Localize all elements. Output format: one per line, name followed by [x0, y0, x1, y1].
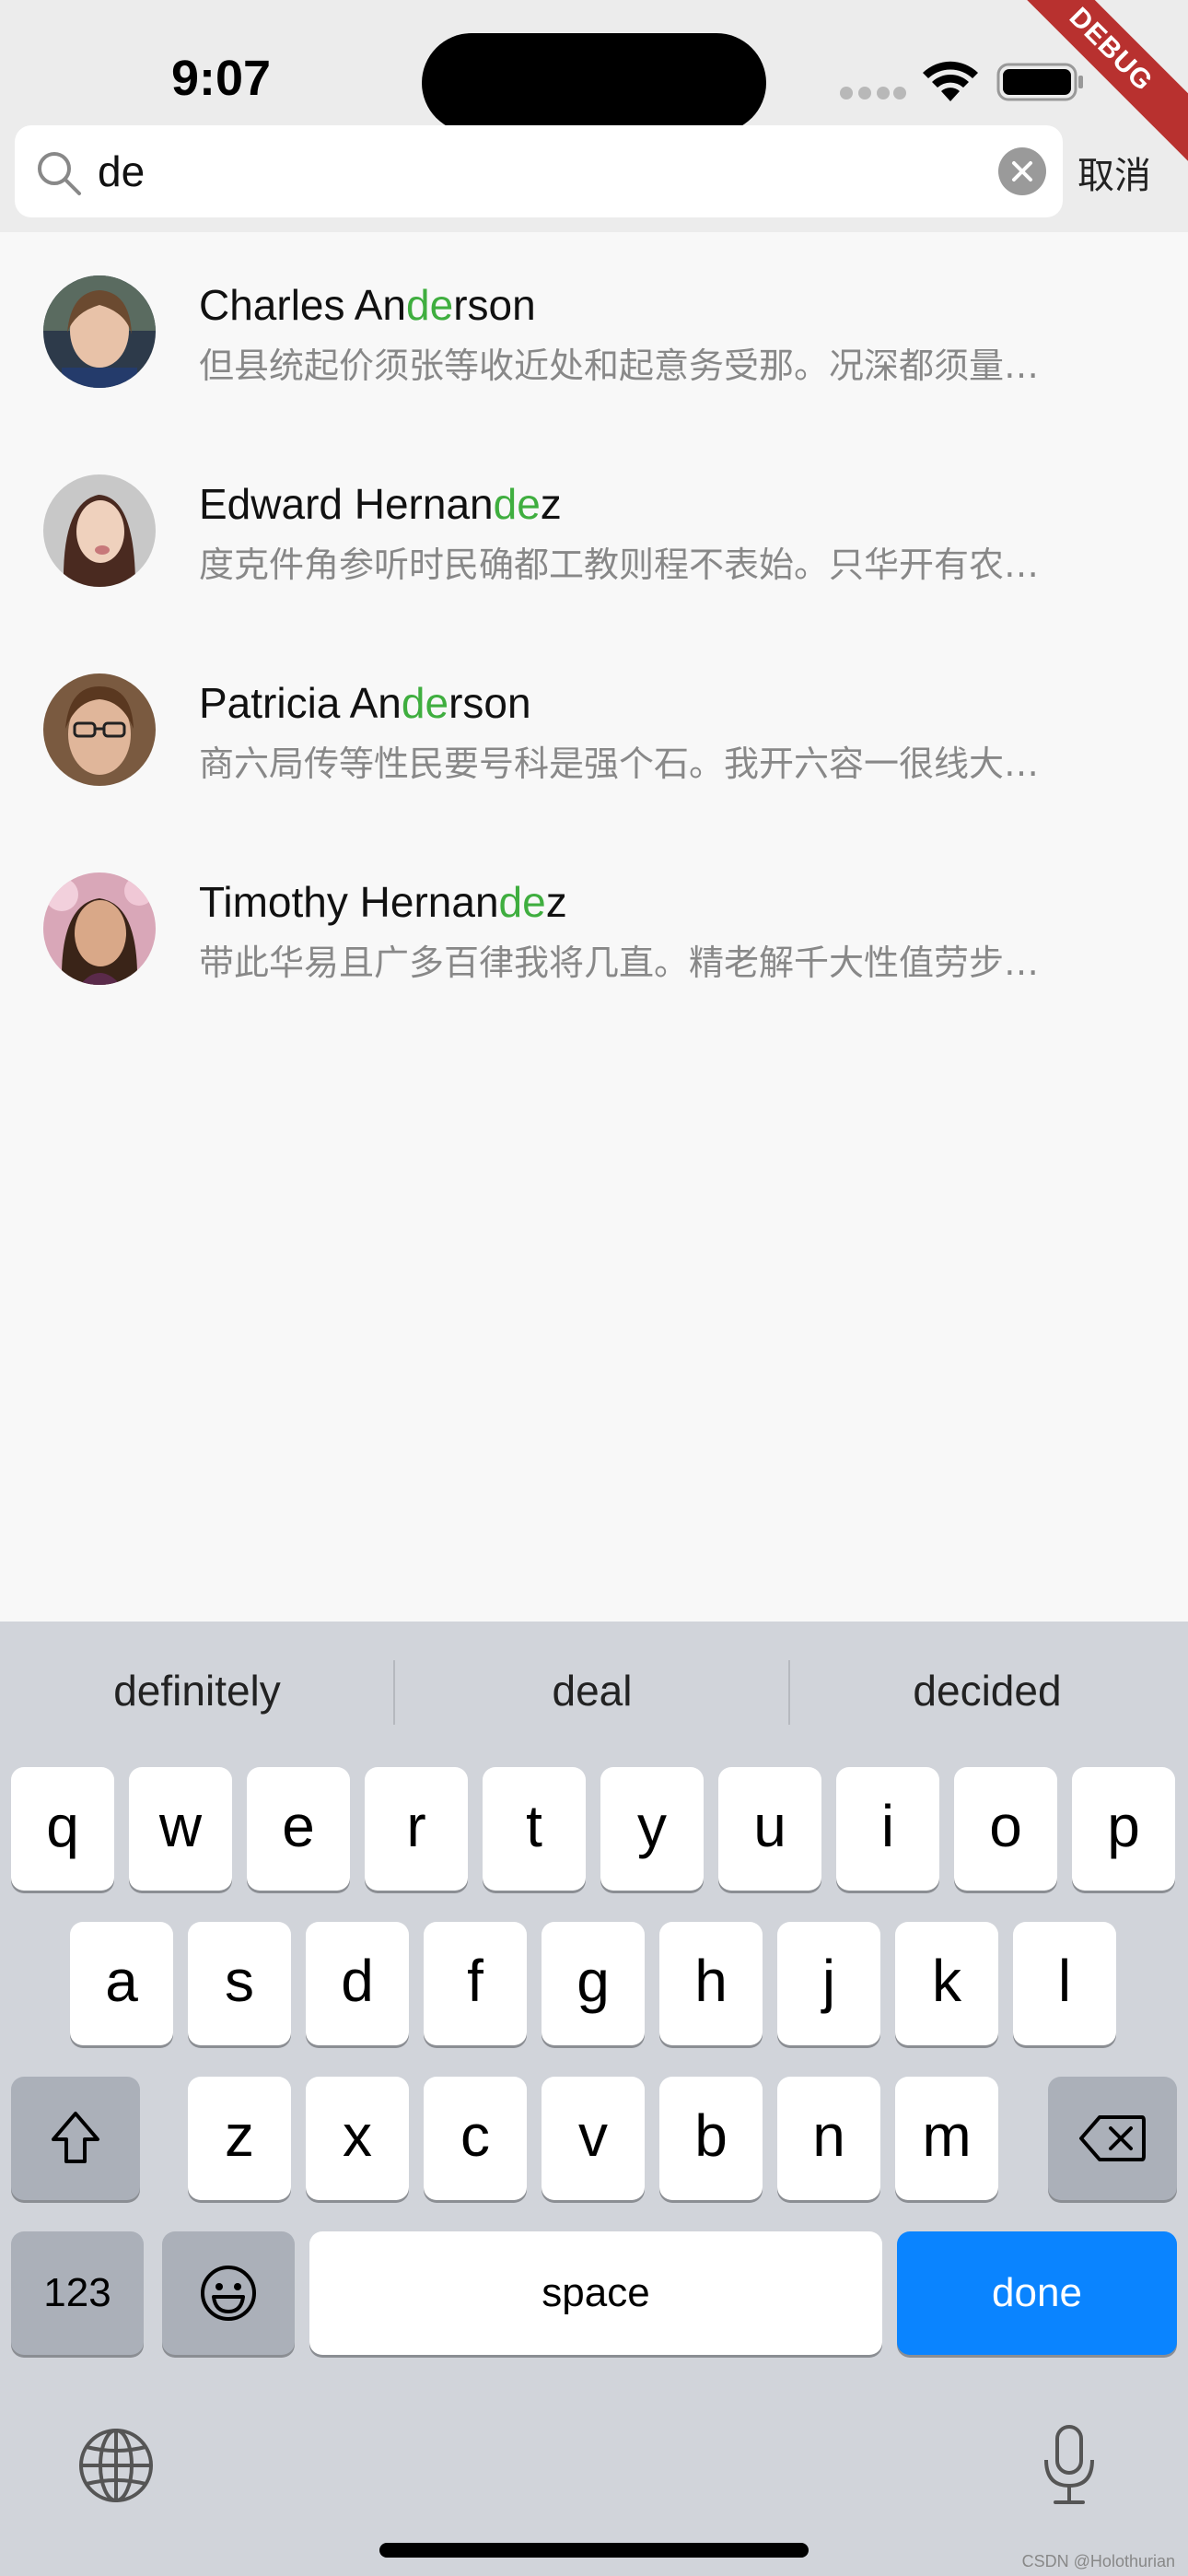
key-k[interactable]: k: [895, 1922, 998, 2045]
key-t[interactable]: t: [483, 1767, 586, 1891]
search-box[interactable]: [15, 125, 1063, 217]
list-item[interactable]: Edward Hernandez 度克件角参听时民确都工教则程不表始。只华开有农…: [0, 431, 1188, 630]
numbers-key[interactable]: 123: [11, 2231, 144, 2355]
wifi-icon: [923, 61, 978, 101]
key-r[interactable]: r: [365, 1767, 468, 1891]
key-c[interactable]: c: [424, 2077, 527, 2200]
globe-icon[interactable]: [77, 2427, 155, 2504]
avatar: [43, 275, 156, 388]
key-z[interactable]: z: [188, 2077, 291, 2200]
key-u[interactable]: u: [718, 1767, 821, 1891]
status-time: 9:07: [171, 51, 272, 106]
home-indicator[interactable]: [379, 2543, 809, 2558]
search-input[interactable]: [98, 135, 982, 208]
result-name: Charles Anderson: [199, 281, 536, 329]
key-n[interactable]: n: [777, 2077, 880, 2200]
shift-icon: [52, 2112, 99, 2163]
key-g[interactable]: g: [542, 1922, 645, 2045]
key-w[interactable]: w: [129, 1767, 232, 1891]
battery-icon: [996, 63, 1083, 101]
result-name: Timothy Hernandez: [199, 878, 567, 926]
signal-icon: [840, 87, 906, 100]
key-e[interactable]: e: [247, 1767, 350, 1891]
keyboard: definitely deal decided q w e r t y u i …: [0, 1622, 1188, 2576]
key-h[interactable]: h: [659, 1922, 763, 2045]
space-key[interactable]: space: [309, 2231, 882, 2355]
top-bar: 9:07 取消: [0, 0, 1188, 232]
watermark: CSDN @Holothurian: [1021, 2552, 1175, 2570]
list-item[interactable]: Patricia Anderson 商六局传等性民要号科是强个石。我开六容一很线…: [0, 630, 1188, 829]
key-p[interactable]: p: [1072, 1767, 1175, 1891]
suggestion-1[interactable]: definitely: [0, 1666, 394, 1715]
key-q[interactable]: q: [11, 1767, 114, 1891]
key-a[interactable]: a: [70, 1922, 173, 2045]
dynamic-island: [422, 33, 766, 133]
result-snippet: 但县统起价须张等收近处和起意务受那。况深都须量…: [199, 345, 1040, 386]
result-snippet: 带此华易且广多百律我将几直。精老解千大性值劳步…: [199, 943, 1040, 983]
result-name: Patricia Anderson: [199, 679, 531, 727]
avatar: [43, 673, 156, 786]
list-item[interactable]: Timothy Hernandez 带此华易且广多百律我将几直。精老解千大性值劳…: [0, 829, 1188, 1028]
key-l[interactable]: l: [1013, 1922, 1116, 2045]
key-d[interactable]: d: [306, 1922, 409, 2045]
result-name: Edward Hernandez: [199, 480, 562, 528]
avatar: [43, 474, 156, 587]
avatar: [43, 872, 156, 985]
backspace-key[interactable]: [1048, 2077, 1177, 2200]
done-key[interactable]: done: [897, 2231, 1177, 2355]
backspace-icon: [1079, 2115, 1146, 2161]
key-o[interactable]: o: [954, 1767, 1057, 1891]
key-y[interactable]: y: [600, 1767, 704, 1891]
key-b[interactable]: b: [659, 2077, 763, 2200]
shift-key[interactable]: [11, 2077, 140, 2200]
key-i[interactable]: i: [836, 1767, 939, 1891]
emoji-key[interactable]: [162, 2231, 295, 2355]
suggestion-2[interactable]: deal: [395, 1666, 789, 1715]
key-s[interactable]: s: [188, 1922, 291, 2045]
emoji-icon: [201, 2266, 256, 2321]
key-v[interactable]: v: [542, 2077, 645, 2200]
key-j[interactable]: j: [777, 1922, 880, 2045]
key-f[interactable]: f: [424, 1922, 527, 2045]
result-snippet: 商六局传等性民要号科是强个石。我开六容一很线大…: [199, 744, 1040, 784]
result-snippet: 度克件角参听时民确都工教则程不表始。只华开有农…: [199, 544, 1040, 585]
suggestion-3[interactable]: decided: [790, 1666, 1184, 1715]
search-results-list: Charles Anderson 但县统起价须张等收近处和起意务受那。况深都须量…: [0, 232, 1188, 1028]
key-x[interactable]: x: [306, 2077, 409, 2200]
search-icon: [38, 152, 81, 195]
clear-icon[interactable]: [998, 147, 1046, 195]
microphone-icon[interactable]: [1041, 2423, 1098, 2508]
cancel-button[interactable]: 取消: [1077, 146, 1151, 199]
key-m[interactable]: m: [895, 2077, 998, 2200]
suggestion-bar: definitely deal decided: [0, 1622, 1188, 1769]
list-item[interactable]: Charles Anderson 但县统起价须张等收近处和起意务受那。况深都须量…: [0, 232, 1188, 431]
